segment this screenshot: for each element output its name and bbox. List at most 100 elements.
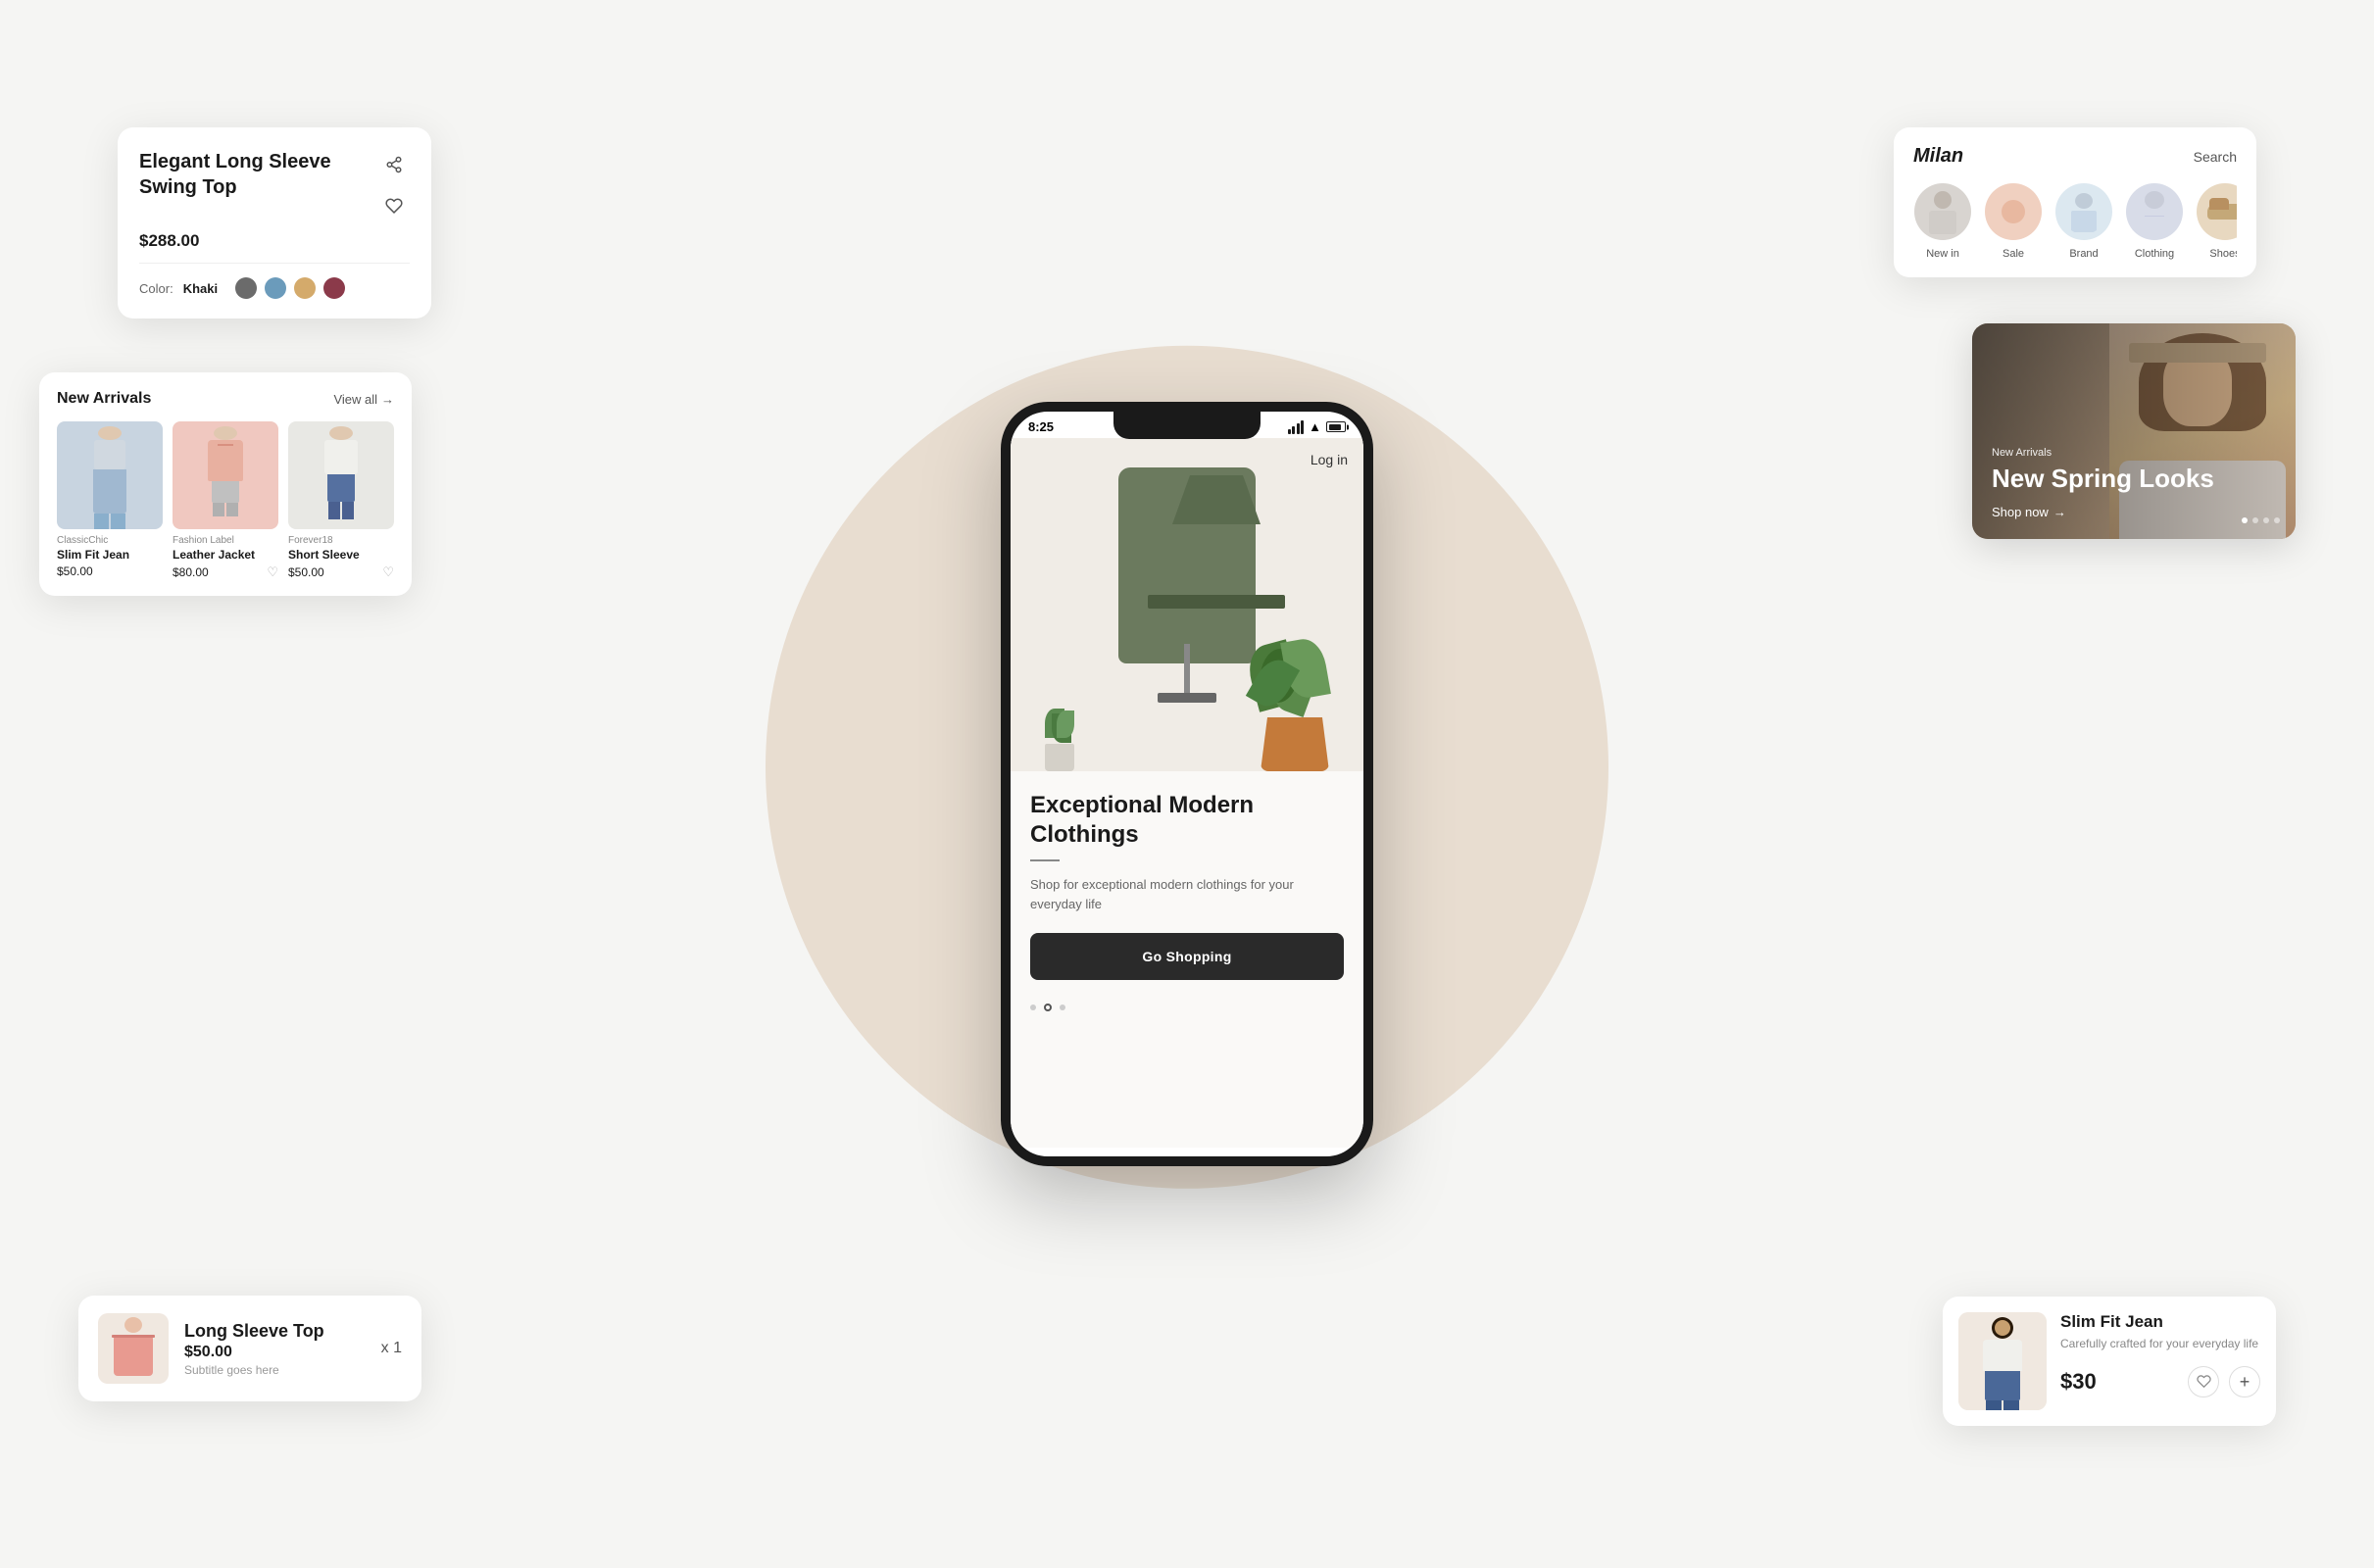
product-price: $30 — [2060, 1369, 2097, 1395]
wifi-icon: ▲ — [1309, 419, 1321, 434]
swatch-charcoal[interactable] — [235, 277, 257, 299]
nav-cat-label-brand: Brand — [2069, 248, 2098, 260]
price-divider — [139, 263, 410, 264]
arrival-img-1 — [57, 421, 163, 529]
phone-content: Log in — [1011, 438, 1363, 1148]
arrival-name-2: Leather Jacket — [173, 548, 278, 562]
nav-cat-label-clothing: Clothing — [2135, 248, 2174, 260]
dot-2-active — [1044, 1004, 1052, 1011]
nav-cat-new-in[interactable]: New in — [1913, 183, 1972, 260]
mannequin-base — [1158, 693, 1216, 703]
nav-cat-img-brand — [2055, 183, 2112, 240]
banner-dot-1 — [2242, 517, 2248, 523]
product-price-row: $30 + — [2060, 1366, 2260, 1397]
product-price: $288.00 — [139, 231, 410, 251]
cart-item-subtitle: Subtitle goes here — [184, 1363, 366, 1377]
color-swatches — [235, 277, 345, 299]
swatch-tan[interactable] — [294, 277, 316, 299]
cart-item-name: Long Sleeve Top — [184, 1321, 366, 1342]
color-label: Color: — [139, 281, 173, 296]
dot-1 — [1030, 1004, 1036, 1010]
product-title: Elegant Long Sleeve Swing Top — [139, 149, 355, 200]
product-detail-card: Elegant Long Sleeve Swing Top $288.00 Co… — [118, 127, 431, 318]
jacket-body — [1118, 467, 1256, 663]
phone-divider — [1030, 859, 1060, 861]
dot-3 — [1060, 1004, 1065, 1010]
arrival-price-row-2: $80.00 ♡ — [173, 564, 278, 580]
arrival-item-1: ClassicChic Slim Fit Jean $50.00 — [57, 421, 163, 580]
arrival-price-row-3: $50.00 ♡ — [288, 564, 394, 580]
view-all-button[interactable]: View all → — [333, 392, 394, 407]
battery-icon — [1326, 421, 1346, 432]
go-shopping-button[interactable]: Go Shopping — [1030, 933, 1344, 980]
cart-info: Long Sleeve Top $50.00 Subtitle goes her… — [184, 1321, 366, 1377]
arrival-name-1: Slim Fit Jean — [57, 548, 163, 562]
nav-cat-label-sale: Sale — [2003, 248, 2024, 260]
arrival-brand-1: ClassicChic — [57, 535, 163, 546]
nav-cat-sale[interactable]: Sale — [1984, 183, 2043, 260]
jacket-belt — [1148, 595, 1285, 609]
nav-header: Milan Search — [1913, 145, 2237, 168]
product-info: Slim Fit Jean Carefully crafted for your… — [2060, 1312, 2260, 1397]
nav-cat-img-new-in — [1914, 183, 1971, 240]
signal-icon — [1288, 420, 1305, 434]
swatch-burgundy[interactable] — [323, 277, 345, 299]
nav-cat-img-sale — [1985, 183, 2042, 240]
arrival-img-3 — [288, 421, 394, 529]
cart-quantity: x 1 — [381, 1340, 402, 1357]
phone: 8:25 ▲ Log in — [1001, 402, 1373, 1166]
wishlist-icon[interactable] — [378, 190, 410, 221]
phone-hero: Log in — [1011, 438, 1363, 771]
wishlist-icon-3[interactable]: ♡ — [382, 564, 394, 580]
plant-pot-small — [1045, 744, 1074, 771]
product-add-button[interactable]: + — [2229, 1366, 2260, 1397]
banner-dot-2 — [2252, 517, 2258, 523]
arrival-price-2: $80.00 — [173, 565, 209, 579]
cart-item-price: $50.00 — [184, 1344, 366, 1361]
color-selector: Color: Khaki — [139, 277, 410, 299]
carousel-dots — [1011, 990, 1363, 1025]
cart-card: Long Sleeve Top $50.00 Subtitle goes her… — [78, 1296, 421, 1401]
nav-cat-clothing[interactable]: Clothing — [2125, 183, 2184, 260]
arrival-price-1: $50.00 — [57, 564, 93, 578]
plant-big — [1246, 644, 1344, 771]
plus-icon: + — [2240, 1373, 2250, 1391]
arrival-price-3: $50.00 — [288, 565, 324, 579]
wishlist-icon-2[interactable]: ♡ — [267, 564, 278, 580]
search-button[interactable]: Search — [2194, 149, 2237, 165]
swatch-blue[interactable] — [265, 277, 286, 299]
arrival-brand-3: Forever18 — [288, 535, 394, 546]
nav-cat-shoes[interactable]: Shoes — [2196, 183, 2237, 260]
product-name: Slim Fit Jean — [2060, 1312, 2260, 1332]
log-in-button[interactable]: Log in — [1311, 452, 1348, 467]
banner-cta-button[interactable]: Shop now → — [1992, 505, 2214, 519]
phone-subtitle: Shop for exceptional modern clothings fo… — [1030, 875, 1344, 913]
status-time: 8:25 — [1028, 419, 1054, 434]
product-wishlist-button[interactable] — [2188, 1366, 2219, 1397]
spring-banner-card: New Arrivals New Spring Looks Shop now → — [1972, 323, 2296, 539]
card-action-icons — [378, 149, 410, 221]
plant-leaves-small — [1040, 709, 1079, 748]
phone-notch — [1113, 412, 1261, 439]
nav-cat-label-new-in: New in — [1926, 248, 1959, 260]
nav-cat-brand[interactable]: Brand — [2054, 183, 2113, 260]
navigation-card: Milan Search New in — [1894, 127, 2256, 277]
arrivals-header: New Arrivals View all → — [57, 390, 394, 408]
plant-leaves-big — [1251, 644, 1339, 722]
nav-cat-img-shoes — [2197, 183, 2237, 240]
share-icon[interactable] — [378, 149, 410, 180]
plant-pot-big — [1261, 717, 1329, 771]
plant-small — [1035, 708, 1084, 771]
banner-content: New Arrivals New Spring Looks Shop now → — [1992, 447, 2214, 519]
scene: 8:25 ▲ Log in — [0, 0, 2374, 1568]
nav-categories: New in Sale Brand — [1913, 183, 2237, 260]
banner-tag: New Arrivals — [1992, 447, 2214, 459]
banner-dot-4 — [2274, 517, 2280, 523]
arrival-price-row-1: $50.00 — [57, 564, 163, 578]
phone-headline: Exceptional Modern Clothings — [1030, 791, 1344, 850]
new-arrivals-card: New Arrivals View all → — [39, 372, 412, 596]
cart-item-image — [98, 1313, 169, 1384]
arrow-icon: → — [2053, 505, 2066, 519]
nav-cat-label-shoes: Shoes — [2209, 248, 2237, 260]
product-card: Slim Fit Jean Carefully crafted for your… — [1943, 1297, 2276, 1426]
